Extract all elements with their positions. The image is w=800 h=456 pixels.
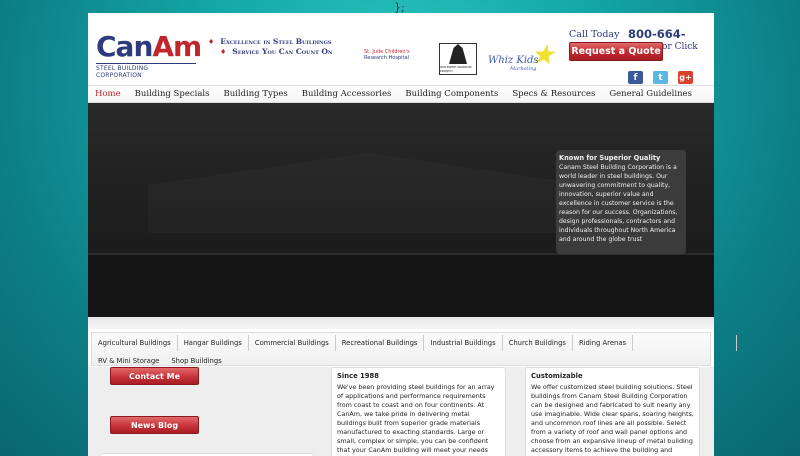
tagline-text-1: Excellence in Steel Buildings (220, 37, 332, 46)
tagline-line-2: ♦ Service You Can Count On (208, 47, 333, 56)
nav-item-building-specials[interactable]: Building Specials (128, 89, 217, 99)
whiz-kids-text: Whiz Kids (488, 55, 539, 66)
whiz-kids-logo[interactable]: ★ Whiz Kids Marketing (488, 41, 555, 75)
category-recreational[interactable]: Recreational Buildings (336, 335, 425, 351)
hero-ground (88, 253, 714, 317)
twitter-icon[interactable]: t (653, 71, 668, 84)
content-area: Contact Me News Blog Since 1988 We've be… (88, 367, 714, 456)
category-shop[interactable]: Shop Buildings (165, 357, 227, 365)
call-today-label: Call Today (569, 29, 620, 40)
category-tabs: Agricultural Buildings Hangar Buildings … (91, 332, 738, 367)
main-nav: Home Building Specials Building Types Bu… (88, 85, 714, 103)
logo-am: Am (152, 30, 202, 63)
category-church[interactable]: Church Buildings (503, 335, 573, 351)
hero-caption: Known for Superior Quality Canam Steel B… (556, 150, 686, 254)
diamond-bullet-icon: ♦ (208, 37, 215, 46)
nav-item-building-components[interactable]: Building Components (398, 89, 505, 99)
nav-item-specs-resources[interactable]: Specs & Resources (505, 89, 602, 99)
hero-slideshow[interactable]: Known for Superior Quality Canam Steel B… (88, 103, 714, 317)
nav-item-general-guidelines[interactable]: General Guidelines (602, 89, 699, 99)
soldier-silhouette-icon (449, 44, 467, 64)
category-agricultural[interactable]: Agricultural Buildings (92, 335, 178, 351)
whiz-kids-subtext: Marketing (510, 66, 537, 72)
category-rv-mini-storage[interactable]: RV & Mini Storage (92, 357, 165, 365)
facebook-icon[interactable]: f (628, 71, 643, 84)
nav-item-building-accessories[interactable]: Building Accessories (295, 89, 399, 99)
site-header: CanAm STEEL BUILDING CORPORATION ♦ Excell… (88, 13, 714, 85)
request-quote-button[interactable]: Request a Quote (569, 42, 663, 61)
since-1988-text: We've been providing steel buildings for… (337, 383, 495, 456)
customizable-text: We offer customized steel building solut… (531, 383, 694, 454)
customizable-title: Customizable (531, 372, 583, 380)
wounded-warrior-logo[interactable]: WOUNDED WARRIOR PROJECT (439, 43, 477, 75)
category-row-1: Agricultural Buildings Hangar Buildings … (92, 333, 738, 353)
logo-wordmark: CanAm (96, 30, 202, 63)
diamond-bullet-icon: ♦ (220, 47, 227, 56)
category-commercial[interactable]: Commercial Buildings (249, 335, 336, 351)
category-industrial[interactable]: Industrial Buildings (424, 335, 503, 351)
page-container: CanAm STEEL BUILDING CORPORATION ♦ Excell… (88, 13, 738, 456)
nav-item-building-types[interactable]: Building Types (216, 89, 294, 99)
tagline-text-2: Service You Can Count On (232, 47, 333, 56)
building-silhouette (148, 153, 588, 233)
hero-caption-text: Canam Steel Building Corporation is a wo… (559, 164, 678, 243)
nav-item-home[interactable]: Home (88, 89, 128, 99)
tagline-line-1: ♦ Excellence in Steel Buildings (208, 37, 333, 46)
category-blank-slot (633, 335, 738, 351)
st-jude-line-2: Research Hospital (364, 55, 409, 61)
canam-logo[interactable]: CanAm STEEL BUILDING CORPORATION (96, 30, 202, 79)
category-hangar[interactable]: Hangar Buildings (178, 335, 249, 351)
since-1988-panel: Since 1988 We've been providing steel bu… (331, 367, 506, 456)
tagline: ♦ Excellence in Steel Buildings ♦ Service … (208, 37, 333, 57)
hero-bottom-border (88, 317, 714, 329)
logo-subtitle: STEEL BUILDING CORPORATION (96, 63, 196, 79)
st-jude-logo[interactable]: St. Jude Children's Research Hospital (364, 49, 428, 71)
wwp-text: WOUNDED WARRIOR PROJECT (440, 65, 472, 73)
or-click-label: or Click (662, 42, 698, 52)
hero-caption-title: Known for Superior Quality (559, 154, 661, 162)
google-plus-icon[interactable]: g+ (678, 71, 693, 84)
news-blog-button[interactable]: News Blog (110, 416, 199, 434)
logo-can: Can (96, 30, 153, 63)
customizable-panel: Customizable We offer customized steel b… (525, 367, 700, 456)
category-riding-arenas[interactable]: Riding Arenas (573, 335, 634, 351)
since-1988-title: Since 1988 (337, 372, 379, 380)
category-row-2: RV & Mini Storage Shop Buildings (92, 354, 228, 367)
contact-me-button[interactable]: Contact Me (110, 367, 199, 385)
